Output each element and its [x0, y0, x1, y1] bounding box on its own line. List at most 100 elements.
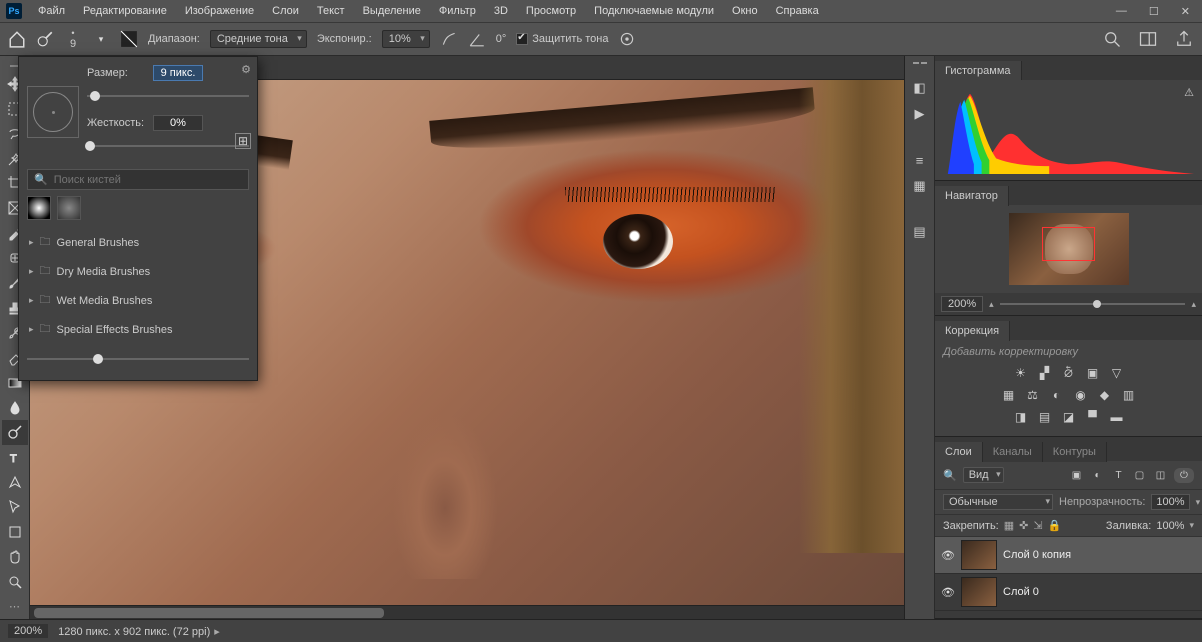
brush-preset-hard[interactable] — [27, 196, 51, 220]
lock-pixels-icon[interactable]: ▦ — [1004, 519, 1014, 532]
menu-plugins[interactable]: Подключаемые модули — [586, 2, 722, 20]
brush-preview-size-slider[interactable] — [27, 352, 249, 366]
adj-posterize-icon[interactable]: ▤ — [1036, 408, 1054, 426]
menu-help[interactable]: Справка — [768, 2, 827, 20]
status-doc-info[interactable]: 1280 пикс. x 902 пикс. (72 ppi)▸ — [58, 625, 220, 638]
adj-threshold-icon[interactable]: ◪ — [1060, 408, 1078, 426]
filter-toggle-icon[interactable]: ⏻ — [1174, 468, 1194, 483]
tool-path-select[interactable] — [2, 495, 28, 520]
window-minimize-icon[interactable]: — — [1110, 5, 1133, 18]
brush-size-slider[interactable] — [87, 89, 249, 103]
adj-brightness-icon[interactable]: ☀ — [1012, 364, 1030, 382]
search-icon[interactable] — [1102, 29, 1122, 49]
menu-filter[interactable]: Фильтр — [431, 2, 484, 20]
lock-position-icon[interactable]: ✜ — [1019, 519, 1028, 532]
brush-hardness-slider[interactable] — [87, 139, 249, 153]
airbrush-icon[interactable] — [440, 30, 458, 48]
brush-panel-toggle-icon[interactable] — [120, 30, 138, 48]
lock-artboard-icon[interactable]: ⇲ — [1033, 519, 1042, 532]
layer-filter-search-icon[interactable]: 🔍 — [943, 469, 957, 482]
filter-smart-icon[interactable]: ◫ — [1153, 468, 1168, 483]
adj-levels-icon[interactable]: ▞ — [1036, 364, 1054, 382]
new-brush-preset-icon[interactable]: ⊞ — [235, 133, 251, 149]
window-maximize-icon[interactable]: ☐ — [1143, 5, 1165, 18]
adj-invert-icon[interactable]: ◨ — [1012, 408, 1030, 426]
blend-mode-dropdown[interactable]: Обычные — [943, 494, 1053, 510]
brush-folder[interactable]: ▸🗀Special Effects Brushes — [27, 315, 249, 344]
range-dropdown[interactable]: Средние тона — [210, 30, 307, 48]
brush-size-input[interactable]: 9 пикс. — [153, 65, 203, 81]
adj-exposure-icon[interactable]: ▣ — [1084, 364, 1102, 382]
layer-item[interactable]: 👁 Слой 0 копия — [935, 537, 1202, 574]
properties-panel-icon[interactable]: ▤ — [910, 222, 930, 242]
brush-popup-gear-icon[interactable]: ⚙ — [241, 63, 251, 76]
filter-adjust-icon[interactable]: ◐ — [1090, 468, 1105, 483]
tool-type[interactable]: T — [2, 445, 28, 470]
layer-visibility-icon[interactable]: 👁 — [941, 549, 955, 562]
brush-preset-soft[interactable] — [57, 196, 81, 220]
layer-name[interactable]: Слой 0 — [1003, 586, 1039, 598]
brush-folder[interactable]: ▸🗀General Brushes — [27, 228, 249, 257]
tool-dodge[interactable] — [2, 420, 28, 445]
adjustments-tab[interactable]: Коррекция — [935, 321, 1010, 341]
navigator-zoom-value[interactable]: 200% — [941, 296, 983, 312]
tool-hand[interactable] — [2, 544, 28, 569]
adj-gradientmap-icon[interactable]: ▀ — [1084, 408, 1102, 426]
menu-file[interactable]: Файл — [30, 2, 73, 20]
brush-preset-dropdown-icon[interactable]: ▾ — [92, 30, 110, 48]
layer-filter-kind[interactable]: Вид — [963, 467, 1004, 483]
menu-select[interactable]: Выделение — [355, 2, 429, 20]
histogram-tab[interactable]: Гистограмма — [935, 61, 1022, 81]
menu-layers[interactable]: Слои — [264, 2, 307, 20]
pressure-icon[interactable] — [618, 30, 636, 48]
layer-item[interactable]: 👁 Слой 0 — [935, 574, 1202, 611]
share-icon[interactable] — [1174, 29, 1194, 49]
adj-photofilter-icon[interactable]: ◉ — [1072, 386, 1090, 404]
opacity-value[interactable]: 100% — [1151, 494, 1189, 510]
menu-window[interactable]: Окно — [724, 2, 766, 20]
tool-pen[interactable] — [2, 470, 28, 495]
adj-selective-icon[interactable]: ▬ — [1108, 408, 1126, 426]
layer-thumbnail[interactable] — [961, 540, 997, 570]
adj-hue-icon[interactable]: ▦ — [1000, 386, 1018, 404]
zoom-out-icon[interactable]: ▴ — [989, 299, 994, 310]
adjustments-panel-icon[interactable]: ≡ — [910, 150, 930, 170]
layers-tab[interactable]: Слои — [935, 442, 983, 462]
brush-folder[interactable]: ▸🗀Dry Media Brushes — [27, 257, 249, 286]
navigator-tab[interactable]: Навигатор — [935, 186, 1009, 206]
window-close-icon[interactable]: ✕ — [1175, 5, 1196, 18]
home-icon[interactable] — [8, 30, 26, 48]
dodge-tool-icon[interactable] — [36, 30, 54, 48]
paths-tab[interactable]: Контуры — [1043, 442, 1107, 462]
menu-image[interactable]: Изображение — [177, 2, 262, 20]
tool-zoom[interactable] — [2, 569, 28, 594]
adj-curves-icon[interactable]: ⦴ — [1060, 364, 1078, 382]
protect-tones-checkbox[interactable] — [516, 33, 528, 45]
play-icon[interactable]: ▶ — [910, 104, 930, 124]
brush-angle-widget[interactable] — [27, 86, 79, 138]
styles-panel-icon[interactable]: ▦ — [910, 176, 930, 196]
filter-type-icon[interactable]: T — [1111, 468, 1126, 483]
tool-blur[interactable] — [2, 395, 28, 420]
layer-thumbnail[interactable] — [961, 577, 997, 607]
filter-shape-icon[interactable]: ▢ — [1132, 468, 1147, 483]
adj-colorlookup-icon[interactable]: ▥ — [1120, 386, 1138, 404]
angle-value[interactable]: 0° — [496, 33, 507, 45]
fill-value[interactable]: 100% — [1156, 520, 1184, 532]
menu-3d[interactable]: 3D — [486, 2, 516, 20]
zoom-in-icon[interactable]: ▴ — [1191, 299, 1196, 310]
workspace-icon[interactable] — [1138, 29, 1158, 49]
menu-view[interactable]: Просмотр — [518, 2, 584, 20]
navigator-zoom-slider[interactable] — [1000, 299, 1186, 309]
adj-vibrance-icon[interactable]: ▽ — [1108, 364, 1126, 382]
adj-bw-icon[interactable]: ◐ — [1048, 386, 1066, 404]
adj-colorbalance-icon[interactable]: ⚖ — [1024, 386, 1042, 404]
navigator-thumbnail[interactable] — [1009, 213, 1129, 285]
channels-tab[interactable]: Каналы — [983, 442, 1043, 462]
menu-text[interactable]: Текст — [309, 2, 353, 20]
layer-visibility-icon[interactable]: 👁 — [941, 586, 955, 599]
brush-search[interactable]: 🔍 — [27, 169, 249, 190]
brush-search-input[interactable] — [54, 174, 242, 186]
brush-hardness-input[interactable]: 0% — [153, 115, 203, 131]
filter-pixel-icon[interactable]: ▣ — [1069, 468, 1084, 483]
